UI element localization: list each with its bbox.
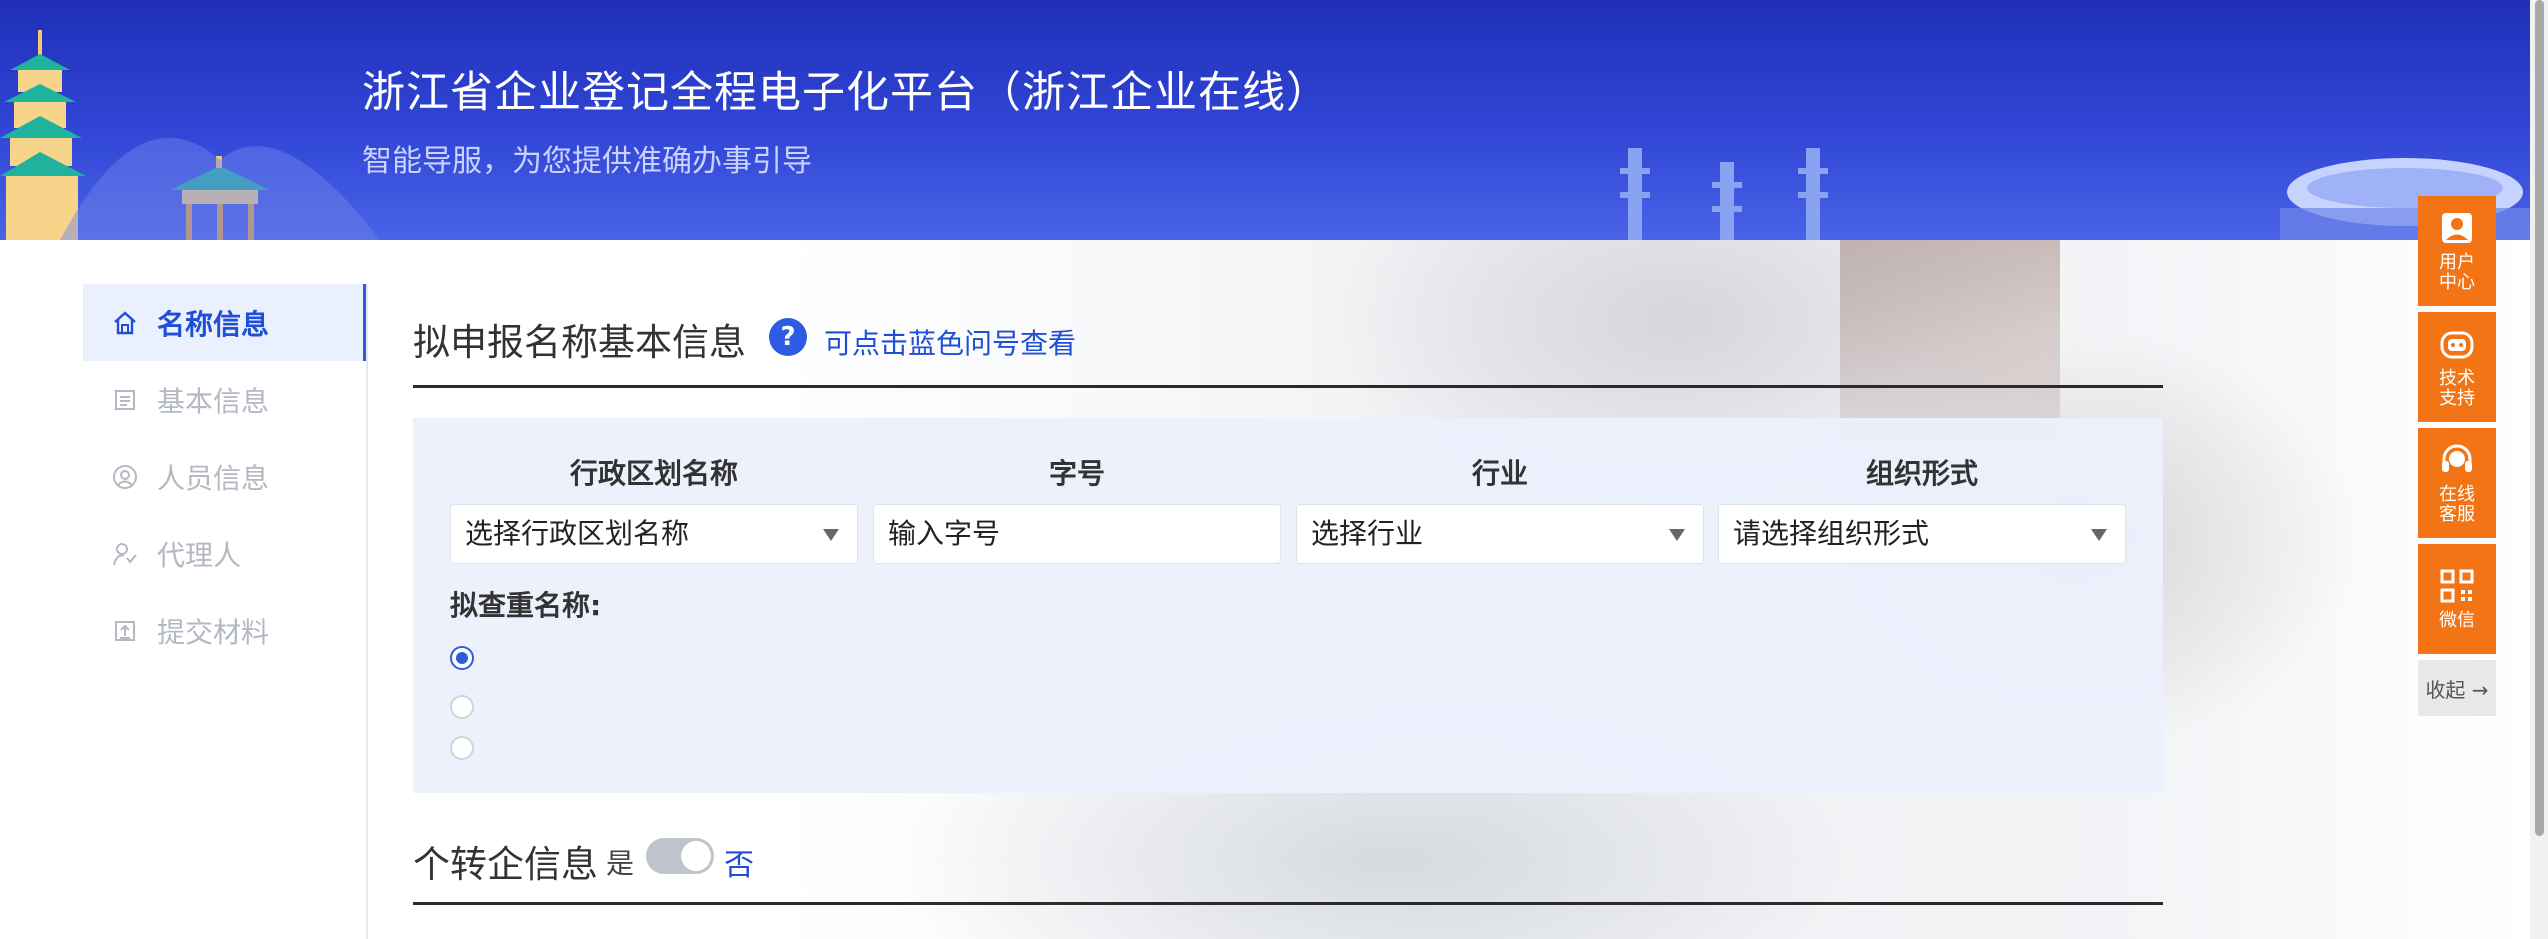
header-subtitle: 智能导服，为您提供准确办事引导 (362, 144, 812, 179)
user-circle-icon (111, 463, 139, 491)
header-banner: 浙江省企业登记全程电子化平台（浙江企业在线） 智能导服，为您提供准确办事引导 (0, 0, 2530, 240)
sidebar-item-name-info[interactable]: 名称信息 (83, 284, 367, 361)
industry-select[interactable]: 选择行业 (1296, 504, 1704, 564)
section-title: 拟申报名称基本信息 (413, 321, 746, 364)
collapse-button[interactable]: 收起 → (2418, 660, 2496, 716)
sidebar-item-label: 代理人 (157, 538, 242, 572)
towers-illustration (1620, 148, 1828, 240)
online-service-button[interactable]: 在线客服 (2418, 428, 2496, 538)
label-industry: 行业 (1471, 457, 1528, 490)
agent-icon (111, 540, 139, 568)
sidebar-item-label: 提交材料 (157, 615, 270, 649)
org-form-select[interactable]: 请选择组织形式 (1718, 504, 2126, 564)
qrcode-icon (2440, 569, 2474, 603)
robot-icon (2440, 331, 2474, 359)
headset-icon (2442, 444, 2472, 472)
tech-support-button[interactable]: 技术支持 (2418, 312, 2496, 422)
user-center-label: 用户中心 (2439, 252, 2475, 293)
individual-to-enterprise-title: 个转企信息 (413, 843, 598, 886)
industry-select-value: 选择行业 (1311, 517, 1424, 550)
scrollbar-thumb[interactable] (2535, 0, 2544, 836)
user-center-button[interactable]: 用户中心 (2418, 196, 2496, 306)
individual-to-enterprise-toggle[interactable] (646, 838, 714, 874)
wechat-button[interactable]: 微信 (2418, 544, 2496, 654)
toggle-yes-label[interactable]: 是 (606, 842, 634, 882)
toggle-knob (681, 841, 711, 871)
help-question-icon[interactable]: ? (769, 318, 807, 356)
label-org-form: 组织形式 (1865, 457, 1978, 490)
home-icon (111, 309, 139, 337)
trade-name-input[interactable]: 输入字号 (873, 504, 1281, 564)
sidebar-item-label: 基本信息 (157, 384, 270, 418)
section-divider (413, 385, 2163, 388)
help-link[interactable]: 可点击蓝色问号查看 (824, 322, 1076, 362)
wechat-label: 微信 (2439, 610, 2475, 631)
sidebar-divider (366, 284, 368, 939)
header-title: 浙江省企业登记全程电子化平台（浙江企业在线） (362, 68, 1330, 118)
sidebar-item-agent[interactable]: 代理人 (83, 515, 367, 592)
label-trade-name: 字号 (1048, 457, 1105, 490)
section-divider (413, 902, 2163, 905)
sidebar-item-submit-materials[interactable]: 提交材料 (83, 592, 367, 669)
org-form-select-value: 请选择组织形式 (1733, 517, 1930, 550)
chevron-down-icon (823, 529, 839, 541)
region-select-value: 选择行政区划名称 (465, 517, 690, 550)
upload-icon (111, 617, 139, 645)
tech-support-label: 技术支持 (2439, 368, 2475, 409)
sidebar-nav: 名称信息 基本信息 人员信息 代理人 提交材料 (83, 284, 367, 669)
region-select[interactable]: 选择行政区划名称 (450, 504, 858, 564)
right-float-bar: 用户中心 技术支持 在线客服 微信 收起 → (2418, 196, 2496, 716)
sidebar-item-personnel-info[interactable]: 人员信息 (83, 438, 367, 515)
user-card-icon (2442, 213, 2472, 243)
chevron-down-icon (1669, 529, 1685, 541)
duplicate-name-radio[interactable] (450, 646, 474, 670)
duplicate-name-radio[interactable] (450, 736, 474, 760)
sidebar-item-label: 名称信息 (157, 307, 270, 341)
online-service-label: 在线客服 (2439, 484, 2475, 525)
mountains-illustration (60, 137, 380, 240)
chevron-down-icon (2091, 529, 2107, 541)
label-region: 行政区划名称 (569, 457, 738, 490)
duplicate-name-radio[interactable] (450, 695, 474, 719)
toggle-no-label[interactable]: 否 (724, 840, 754, 884)
background-pavilion (1840, 240, 2060, 440)
duplicate-name-label: 拟查重名称: (450, 589, 602, 622)
sidebar-item-basic-info[interactable]: 基本信息 (83, 361, 367, 438)
document-icon (111, 386, 139, 414)
sidebar-item-label: 人员信息 (157, 461, 270, 495)
trade-name-placeholder: 输入字号 (888, 517, 1001, 550)
